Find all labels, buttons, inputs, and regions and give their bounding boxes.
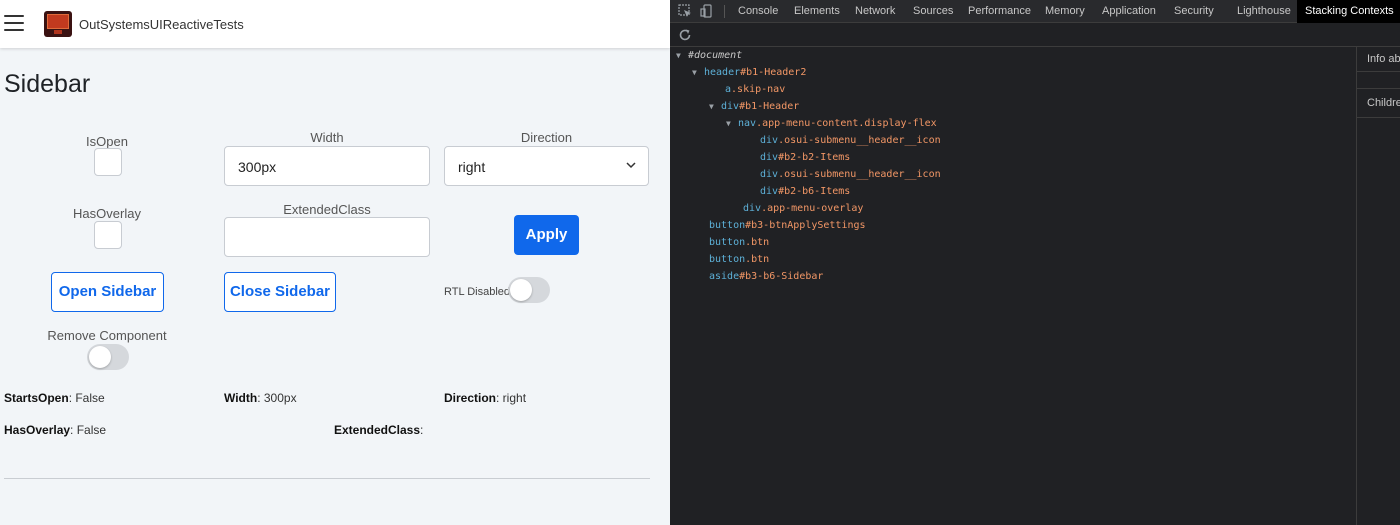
page-title: Sidebar bbox=[4, 70, 91, 98]
side-info-header[interactable]: Info ab bbox=[1357, 53, 1400, 65]
tab-elements[interactable]: Elements bbox=[786, 0, 848, 23]
width-label: Width bbox=[310, 130, 344, 145]
devtools-panel: Console Elements Network Sources Perform… bbox=[670, 0, 1400, 525]
app-name: OutSystemsUIReactiveTests bbox=[79, 17, 244, 32]
devtools-toolbar bbox=[670, 23, 1400, 47]
tree-node[interactable]: ▼ nav.app-menu-content.display-flex bbox=[726, 115, 937, 132]
tab-security[interactable]: Security bbox=[1166, 0, 1222, 23]
tree-node-document[interactable]: ▼ #document bbox=[676, 47, 742, 64]
tree-node[interactable]: div.osui-submenu__header__icon bbox=[748, 166, 941, 183]
open-sidebar-button[interactable]: Open Sidebar bbox=[51, 272, 164, 312]
rtl-label: RTL Disabled bbox=[444, 286, 511, 298]
tree-node[interactable]: div.osui-submenu__header__icon bbox=[748, 132, 941, 149]
tab-console[interactable]: Console bbox=[730, 0, 786, 23]
remove-component-label: Remove Component bbox=[47, 328, 167, 343]
tab-application[interactable]: Application bbox=[1094, 0, 1164, 23]
devtools-tabbar: Console Elements Network Sources Perform… bbox=[670, 0, 1400, 23]
has-overlay-info: HasOverlay: False bbox=[4, 423, 107, 437]
tree-node[interactable]: div.app-menu-overlay bbox=[731, 200, 863, 217]
tree-node[interactable]: button.btn bbox=[697, 251, 769, 268]
hasoverlay-checkbox[interactable] bbox=[94, 221, 122, 249]
tab-sources[interactable]: Sources bbox=[905, 0, 961, 23]
divider bbox=[4, 478, 650, 479]
app-header: OutSystemsUIReactiveTests bbox=[0, 0, 670, 48]
refresh-icon[interactable] bbox=[678, 28, 692, 42]
hasoverlay-label: HasOverlay bbox=[73, 206, 141, 221]
rtl-toggle[interactable] bbox=[508, 277, 550, 303]
chevron-down-icon bbox=[626, 162, 636, 169]
extended-class-info: ExtendedClass: bbox=[334, 423, 424, 437]
tab-performance[interactable]: Performance bbox=[960, 0, 1039, 23]
app-pane: OutSystemsUIReactiveTests Sidebar IsOpen… bbox=[0, 0, 670, 525]
direction-label: Direction bbox=[520, 130, 573, 145]
extendedclass-input[interactable] bbox=[224, 217, 430, 257]
isopen-checkbox[interactable] bbox=[94, 148, 122, 176]
direction-info: Direction: right bbox=[444, 391, 527, 405]
close-sidebar-button[interactable]: Close Sidebar bbox=[224, 272, 336, 312]
isopen-label: IsOpen bbox=[86, 134, 128, 149]
extendedclass-label: ExtendedClass bbox=[283, 202, 371, 217]
tree-node[interactable]: button#b3-btnApplySettings bbox=[697, 217, 866, 234]
direction-select[interactable]: right bbox=[444, 146, 649, 186]
device-toolbar-icon[interactable] bbox=[700, 4, 714, 18]
tree-node[interactable]: aside#b3-b6-Sidebar bbox=[697, 268, 823, 285]
width-info: Width: 300px bbox=[224, 391, 297, 405]
tree-node[interactable]: div#b2-b2-Items bbox=[748, 149, 850, 166]
devtools-side-panel: Info ab Childre bbox=[1356, 47, 1400, 525]
tab-stacking-contexts[interactable]: Stacking Contexts bbox=[1297, 0, 1400, 23]
tree-node[interactable]: button.btn bbox=[697, 234, 769, 251]
direction-select-value: right bbox=[458, 159, 486, 175]
remove-component-toggle[interactable] bbox=[87, 344, 129, 370]
inspect-element-icon[interactable] bbox=[678, 4, 692, 18]
tree-node[interactable]: ▼ header#b1-Header2 bbox=[692, 64, 806, 81]
starts-open-info: StartsOpen: False bbox=[4, 391, 105, 405]
tab-network[interactable]: Network bbox=[847, 0, 903, 23]
tree-node[interactable]: ▼ div#b1-Header bbox=[709, 98, 799, 115]
hamburger-menu-icon[interactable] bbox=[4, 13, 26, 33]
apply-button[interactable]: Apply bbox=[514, 215, 579, 255]
tab-lighthouse[interactable]: Lighthouse bbox=[1229, 0, 1299, 23]
app-logo bbox=[44, 11, 72, 37]
side-children-header[interactable]: Childre bbox=[1357, 97, 1400, 109]
tree-node[interactable]: a.skip-nav bbox=[713, 81, 785, 98]
tree-node[interactable]: div#b2-b6-Items bbox=[748, 183, 850, 200]
stacking-context-tree: ▼ #document ▼ header#b1-Header2 a.skip-nav… bbox=[670, 47, 1356, 525]
tab-memory[interactable]: Memory bbox=[1037, 0, 1093, 23]
width-input[interactable]: 300px bbox=[224, 146, 430, 186]
